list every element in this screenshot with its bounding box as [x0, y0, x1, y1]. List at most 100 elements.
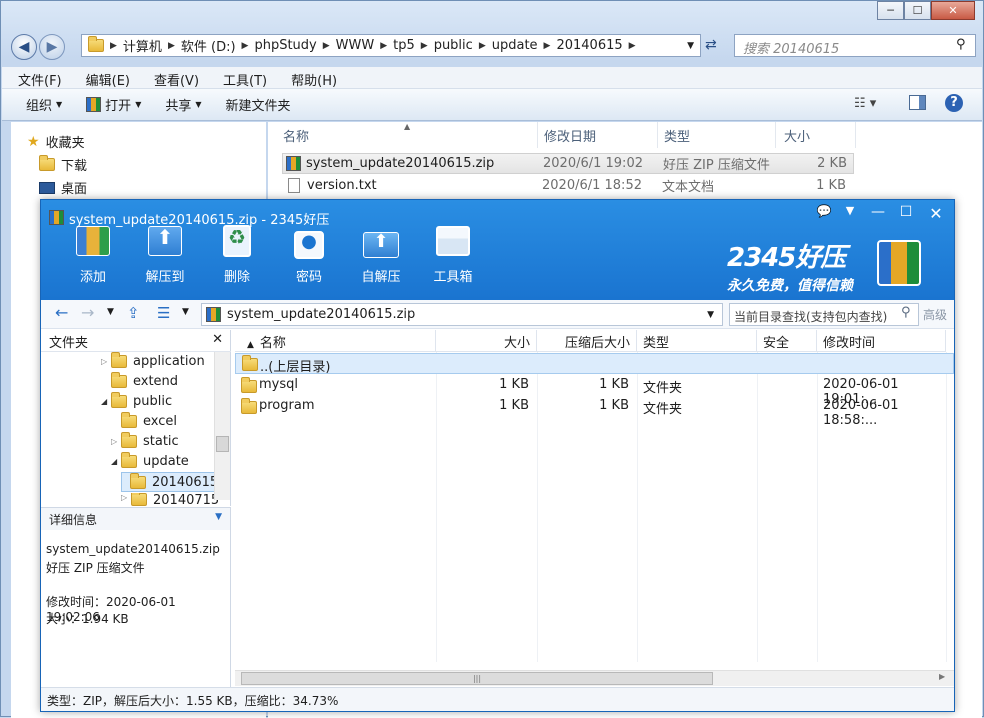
column-modified[interactable]: 修改日期 — [538, 122, 658, 148]
column-type[interactable]: 类型 — [658, 122, 776, 148]
menu-help[interactable]: 帮助(H) — [275, 67, 345, 89]
file-row[interactable]: version.txt 2020/6/1 18:52 文本文档 1 KB — [282, 175, 854, 196]
column-name[interactable]: 名称 — [268, 122, 538, 148]
feedback-icon[interactable]: 💬 — [813, 204, 835, 222]
advanced-search-link[interactable]: 高级 — [923, 306, 947, 323]
add-button[interactable]: 添加 — [63, 222, 123, 285]
status-bar: 类型：ZIP，解压后大小：1.55 KB，压缩比：34.73% — [41, 687, 954, 711]
list-view-icon[interactable]: ☰ — [157, 304, 170, 322]
breadcrumb-item[interactable]: public — [434, 38, 473, 53]
menu-tools[interactable]: 工具(T) — [207, 67, 275, 89]
refresh-icon[interactable]: ⇄ — [705, 37, 717, 53]
zip-file-icon — [286, 156, 301, 171]
forward-arrow-icon[interactable]: → — [81, 303, 94, 322]
search-icon[interactable]: ⚲ — [956, 37, 966, 52]
new-folder-button[interactable]: 新建文件夹 — [226, 95, 291, 114]
extract-icon: ⬆ — [146, 222, 184, 260]
breadcrumb-item[interactable]: WWW — [336, 38, 375, 53]
breadcrumb-item[interactable]: phpStudy — [254, 38, 316, 53]
menu-file[interactable]: 文件(F) — [2, 67, 70, 89]
breadcrumb-item[interactable]: 计算机 — [123, 36, 162, 55]
view-options-icon[interactable]: ☷ ▾ — [854, 96, 876, 111]
delete-button[interactable]: ♻ 删除 — [207, 222, 267, 285]
chevron-down-icon[interactable]: ▼ — [107, 307, 114, 317]
maximize-button[interactable]: ☐ — [895, 204, 917, 222]
tree-node[interactable]: ▷ 20140715 — [121, 493, 219, 506]
nav-favorites[interactable]: ★ 收藏夹 — [27, 132, 85, 152]
tree-node[interactable]: ◢ update — [111, 452, 189, 471]
breadcrumb-item[interactable]: 软件 (D:) — [181, 36, 236, 55]
close-icon[interactable]: ✕ — [212, 332, 223, 347]
organize-button[interactable]: 组织 ▼ — [26, 95, 62, 114]
tree-node[interactable]: ◢ public — [101, 392, 172, 411]
column-name[interactable]: ▲ 名称 — [235, 330, 436, 352]
self-extract-icon: ⬆ — [362, 222, 400, 260]
up-folder-icon[interactable]: ⇪ — [127, 304, 140, 322]
folder-icon — [131, 493, 147, 506]
search-input[interactable]: 搜索 20140615 — [734, 34, 976, 57]
self-extract-button[interactable]: ⬆ 自解压 — [351, 222, 411, 285]
horizontal-scrollbar[interactable]: ||| ▶ — [235, 670, 954, 686]
share-button[interactable]: 共享 ▼ — [165, 95, 201, 114]
extract-to-button[interactable]: ⬆ 解压到 — [135, 222, 195, 285]
haozip-header: system_update20140615.zip - 2345好压 💬 ▼ —… — [41, 200, 954, 300]
folder-tree-pane: 文件夹 ✕ ▷ application extend ◢ public excel … — [41, 330, 231, 506]
tree-node[interactable]: extend — [101, 372, 178, 391]
column-type[interactable]: 类型 — [637, 330, 757, 352]
forward-button[interactable]: ▶ — [39, 34, 65, 60]
menu-dropdown-icon[interactable]: ▼ — [839, 204, 861, 222]
chevron-down-icon[interactable]: ▼ — [687, 41, 694, 51]
detail-size: 大小：1.94 KB — [46, 612, 129, 626]
haozip-address-bar[interactable]: system_update20140615.zip ▼ — [201, 303, 723, 326]
menu-edit[interactable]: 编辑(E) — [70, 67, 138, 89]
column-security[interactable]: 安全 — [757, 330, 817, 352]
tree-scrollbar[interactable] — [214, 352, 230, 500]
menu-view[interactable]: 查看(V) — [138, 67, 207, 89]
maximize-button[interactable]: ☐ — [904, 1, 931, 20]
column-modified[interactable]: 修改时间 — [817, 330, 946, 352]
scrollbar-thumb[interactable] — [216, 436, 229, 452]
breadcrumb-item[interactable]: update — [492, 38, 538, 53]
detail-filetype: 好压 ZIP 压缩文件 — [46, 561, 145, 575]
chevron-down-icon[interactable]: ▼ — [215, 512, 222, 522]
column-packed-size[interactable]: 压缩后大小 — [537, 330, 637, 352]
haozip-search-input[interactable]: 当前目录查找(支持包内查找) — [729, 303, 919, 326]
haozip-logo-icon — [877, 240, 921, 286]
breadcrumb-item[interactable]: tp5 — [393, 38, 415, 53]
chevron-down-icon: ▼ — [135, 100, 142, 109]
archive-row[interactable]: mysql 1 KB 1 KB 文件夹 2020-06-01 19:01:... — [235, 375, 954, 407]
folder-pane-header: 文件夹 ✕ — [41, 330, 231, 352]
tree-node-selected[interactable]: 20140615 — [121, 472, 224, 492]
scroll-right-icon[interactable]: ▶ — [939, 672, 945, 681]
minimize-button[interactable]: ─ — [877, 1, 904, 20]
close-button[interactable]: ✕ — [931, 1, 975, 20]
minimize-button[interactable]: — — [867, 204, 889, 222]
brand-logo: 2345好压 永久免费，值得信赖 — [727, 237, 853, 295]
archive-row[interactable]: program 1 KB 1 KB 文件夹 2020-06-01 18:58:.… — [235, 396, 954, 428]
nav-desktop[interactable]: 桌面 — [39, 178, 87, 197]
column-size[interactable]: 大小 — [436, 330, 537, 352]
search-icon[interactable]: ⚲ — [901, 305, 911, 320]
help-icon[interactable]: ? — [945, 94, 963, 112]
file-row[interactable]: system_update20140615.zip 2020/6/1 19:02… — [282, 153, 854, 174]
back-arrow-icon[interactable]: ← — [55, 303, 68, 322]
preview-pane-icon[interactable] — [909, 95, 926, 110]
toolbox-button[interactable]: 工具箱 — [423, 222, 483, 285]
open-button[interactable]: 打开 ▼ — [86, 95, 141, 114]
chevron-down-icon[interactable]: ▼ — [182, 307, 189, 317]
tree-node[interactable]: ▷ application — [101, 352, 205, 371]
nav-downloads[interactable]: 下载 — [39, 155, 87, 174]
address-bar[interactable]: ▶ 计算机 ▶ 软件 (D:) ▶ phpStudy ▶ WWW ▶ tp5 ▶ publ… — [81, 34, 701, 57]
add-icon — [74, 222, 112, 260]
back-button[interactable]: ◀ — [11, 34, 37, 60]
password-button[interactable]: ● 密码 — [279, 222, 339, 285]
column-size[interactable]: 大小 — [776, 122, 856, 148]
close-button[interactable]: ✕ — [925, 204, 947, 223]
parent-directory-row[interactable]: ..(上层目录) — [235, 353, 954, 375]
folder-icon — [130, 472, 146, 489]
breadcrumb-item[interactable]: 20140615 — [556, 38, 622, 53]
chevron-down-icon[interactable]: ▼ — [707, 310, 714, 320]
scrollbar-thumb[interactable]: ||| — [241, 672, 713, 685]
tree-node[interactable]: ▷ static — [111, 432, 179, 451]
tree-node[interactable]: excel — [111, 412, 177, 431]
